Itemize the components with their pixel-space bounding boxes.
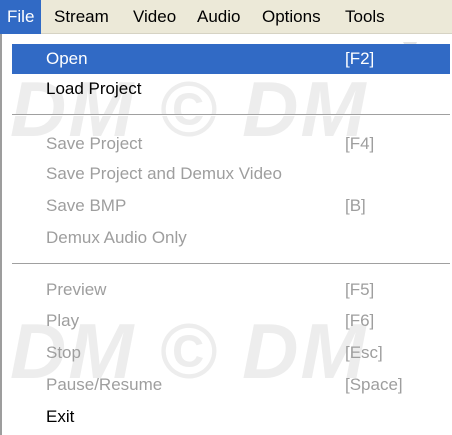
menu-item-label: Save Project and Demux Video — [46, 164, 282, 183]
menu-item-load-project[interactable]: Load Project — [12, 74, 450, 104]
menu-item-label: Preview — [46, 280, 107, 299]
menu-item-shortcut: [B] — [345, 196, 366, 215]
menu-item-shortcut: [Esc] — [345, 343, 383, 362]
menu-separator — [12, 114, 450, 116]
menu-item-label: Save BMP — [46, 196, 127, 215]
menubar-tools[interactable]: Tools — [338, 0, 392, 34]
menu-item-pause-resume: Pause/Resume [Space] — [12, 370, 450, 400]
menu-item-exit[interactable]: Exit — [12, 402, 450, 432]
menu-item-label: Save Project — [46, 134, 143, 153]
menu-item-shortcut: [F2] — [345, 49, 375, 68]
menu-item-label: Load Project — [46, 79, 142, 98]
menu-item-label: Pause/Resume — [46, 375, 163, 394]
menu-item-save-project-demux-video: Save Project and Demux Video — [12, 159, 450, 189]
menu-item-label: Play — [46, 311, 80, 330]
menu-bar: File Stream Video Audio Options Tools — [0, 0, 452, 34]
menubar-stream[interactable]: Stream — [47, 0, 116, 34]
menubar-options[interactable]: Options — [255, 0, 328, 34]
menu-item-label: Open — [46, 49, 88, 68]
menu-item-shortcut: [Space] — [345, 375, 403, 394]
file-menu-dropdown: DM © DM DM © DM DIVIDE Open [F2] Load Pr… — [0, 34, 452, 435]
menu-item-play: Play [F6] — [12, 306, 450, 336]
menu-separator — [12, 263, 450, 265]
menu-item-label: Stop — [46, 343, 81, 362]
menu-item-open[interactable]: Open [F2] — [12, 44, 450, 74]
menubar-video[interactable]: Video — [126, 0, 183, 34]
menu-item-label: Demux Audio Only — [46, 228, 187, 247]
menu-item-stop: Stop [Esc] — [12, 338, 450, 368]
menu-item-preview: Preview [F5] — [12, 275, 450, 305]
menu-item-shortcut: [F4] — [345, 134, 375, 153]
menu-item-save-bmp: Save BMP [B] — [12, 191, 450, 221]
menubar-file[interactable]: File — [0, 0, 42, 34]
screen: File Stream Video Audio Options Tools DM… — [0, 0, 452, 435]
menu-item-shortcut: [F6] — [345, 311, 375, 330]
menu-item-shortcut: [F5] — [345, 280, 375, 299]
menu-item-demux-audio-only: Demux Audio Only — [12, 223, 450, 253]
menu-item-label: Exit — [46, 407, 75, 426]
menubar-audio[interactable]: Audio — [190, 0, 247, 34]
menu-item-save-project: Save Project [F4] — [12, 129, 450, 159]
